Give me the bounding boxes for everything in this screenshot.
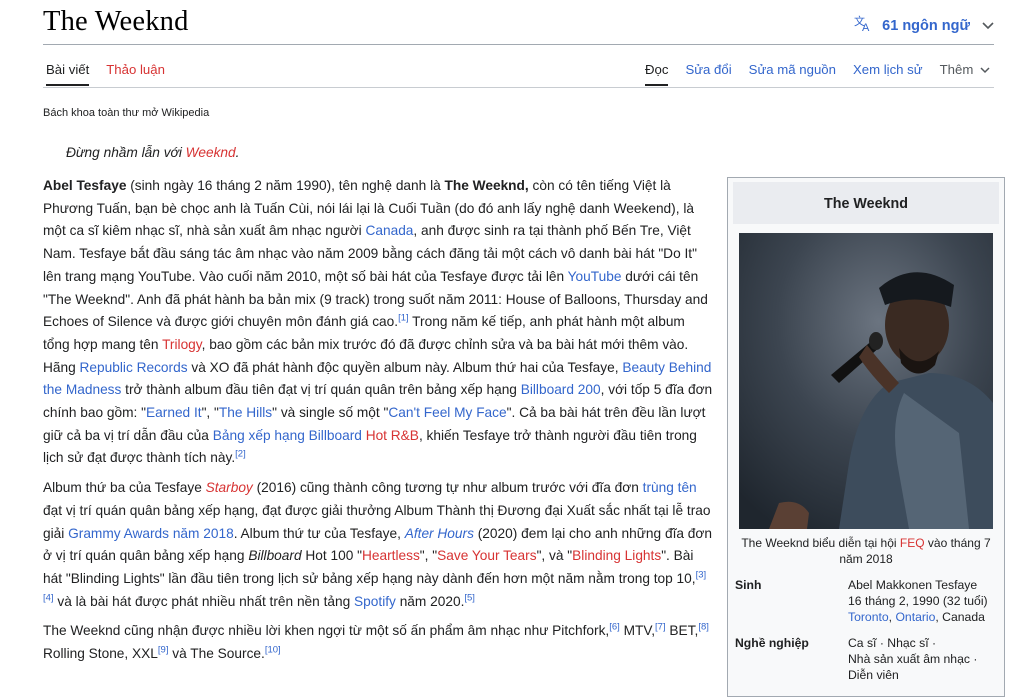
infobox-label: Sinh <box>735 578 762 592</box>
citation-ref[interactable]: [7] <box>655 622 666 633</box>
text-run: " và single số một " <box>272 405 389 421</box>
tab-edit-source[interactable]: Sửa mã nguồn <box>749 62 836 86</box>
tab-more[interactable]: Thêm <box>940 62 990 86</box>
text-run: The Weeknd biểu diễn tại hội <box>741 536 900 550</box>
hatnote-suffix: . <box>235 145 240 160</box>
text-run: ", " <box>419 548 438 564</box>
tabs-divider <box>43 87 994 88</box>
citation-ref[interactable]: [4] <box>43 592 54 603</box>
hatnote-text: Đừng nhầm lẫn với <box>66 145 186 160</box>
citation-ref[interactable]: [2] <box>235 449 246 460</box>
tab-talk[interactable]: Thảo luận <box>106 62 165 86</box>
wiki-link[interactable]: Bảng xếp hạng Billboard <box>213 428 362 443</box>
hatnote: Đừng nhầm lẫn với Weeknd. <box>66 145 239 160</box>
infobox-value: Abel Makkonen Tesfaye 16 tháng 2, 1990 (3… <box>848 577 999 625</box>
text-run: Ca sĩ · Nhạc sĩ · <box>848 636 937 650</box>
article-body: Abel Tesfaye (sinh ngày 16 tháng 2 năm 1… <box>43 175 713 673</box>
chevron-down-icon <box>982 18 994 33</box>
paragraph-intro: Abel Tesfaye (sinh ngày 16 tháng 2 năm 1… <box>43 175 713 470</box>
text-run: Abel Makkonen Tesfaye <box>848 578 978 592</box>
text-run: Hot 100 " <box>301 548 362 564</box>
red-link[interactable]: Hot R&B <box>366 428 419 443</box>
red-link[interactable]: Starboy <box>206 480 253 495</box>
red-link[interactable]: Save Your Tears <box>437 548 536 563</box>
text-run: Diễn viên <box>848 668 899 682</box>
citation-ref[interactable]: [9] <box>158 645 169 656</box>
citation-ref[interactable]: [8] <box>698 622 709 633</box>
citation-ref[interactable]: [3] <box>696 569 707 580</box>
wiki-link[interactable]: trùng tên <box>643 480 697 495</box>
wiki-link[interactable]: Republic Records <box>80 360 188 375</box>
wiki-link[interactable]: Toronto <box>848 610 889 624</box>
bold-text: The Weeknd, <box>444 178 529 193</box>
infobox-caption: The Weeknd biểu diễn tại hội FEQ vào thá… <box>733 535 999 567</box>
text-run: trở thành album đầu tiên đạt vị trí quán… <box>121 382 521 398</box>
wiki-link[interactable]: Canada <box>365 223 413 238</box>
citation-ref[interactable]: [10] <box>265 645 281 656</box>
text-run: ", và " <box>536 548 573 564</box>
wiki-link[interactable]: Ontario <box>895 610 935 624</box>
text-run: Nhà sản xuất âm nhạc · <box>848 652 978 666</box>
wiki-link[interactable]: Earned It <box>146 405 202 420</box>
artist-photo[interactable] <box>739 233 993 529</box>
namespace-tabs: Bài viết Thảo luận <box>46 62 165 86</box>
red-link[interactable]: Trilogy <box>162 337 202 352</box>
text-run: và The Source. <box>168 646 265 662</box>
wiki-link[interactable]: Billboard 200 <box>521 382 601 397</box>
chevron-down-icon <box>980 67 990 74</box>
site-tagline: Bách khoa toàn thư mở Wikipedia <box>43 107 210 119</box>
wiki-link[interactable]: Can't Feel My Face <box>388 405 506 420</box>
tab-more-label: Thêm <box>939 62 974 77</box>
text-run: . Album thứ tư của Tesfaye, <box>233 525 405 541</box>
svg-text:A: A <box>862 22 870 32</box>
translate-icon: 文 A <box>854 14 874 37</box>
red-link[interactable]: FEQ <box>900 536 925 550</box>
text-run: Album thứ ba của Tesfaye <box>43 480 206 496</box>
text-run: năm 2020. <box>395 593 465 609</box>
red-link[interactable]: Blinding Lights <box>572 548 661 563</box>
infobox: The Weeknd The Weeknd biểu diễn tại hội … <box>727 177 1005 697</box>
tab-history[interactable]: Xem lịch sử <box>853 62 923 86</box>
infobox-title: The Weeknd <box>733 182 999 224</box>
wiki-link[interactable]: The Hills <box>219 405 272 420</box>
infobox-row-born: Sinh Abel Makkonen Tesfaye 16 tháng 2, 19… <box>733 577 999 625</box>
view-tabs: Đọc Sửa đổi Sửa mã nguồn Xem lịch sử Thê… <box>644 62 990 86</box>
text-run: Rolling Stone, XXL <box>43 646 158 662</box>
citation-ref[interactable]: [5] <box>464 592 475 603</box>
text-run: (sinh ngày 16 tháng 2 năm 1990), tên ngh… <box>126 178 445 193</box>
text-run: (2016) cũng thành công tương tự như albu… <box>252 480 643 496</box>
paragraph-acclaim: The Weeknd cũng nhận được nhiều lời khen… <box>43 620 713 665</box>
hatnote-link[interactable]: Weeknd <box>186 145 236 160</box>
red-link[interactable]: Heartless <box>362 548 420 563</box>
paragraph-albums: Album thứ ba của Tesfaye Starboy (2016) … <box>43 477 713 613</box>
languages-label: 61 ngôn ngữ <box>882 17 970 34</box>
italic-text: Billboard <box>248 548 302 564</box>
text-run: 16 tháng 2, 1990 (32 tuổi) <box>848 594 988 608</box>
citation-ref[interactable]: [6] <box>609 622 620 633</box>
text-run: MTV, <box>619 623 656 639</box>
wiki-link[interactable]: Grammy Awards năm 2018 <box>68 526 234 541</box>
text-run: ", " <box>201 405 219 421</box>
bold-text: Abel Tesfaye <box>43 178 127 193</box>
tab-edit[interactable]: Sửa đổi <box>685 62 731 86</box>
wiki-link[interactable]: After Hours <box>405 526 474 541</box>
tab-article[interactable]: Bài viết <box>46 62 90 86</box>
citation-ref[interactable]: [1] <box>398 313 409 324</box>
tab-read[interactable]: Đọc <box>644 62 669 86</box>
wiki-link[interactable]: Spotify <box>354 594 396 609</box>
page-title: The Weeknd <box>43 6 189 37</box>
text-run: , Canada <box>935 610 985 624</box>
text-run: và XO đã phát hành độc quyền album này. … <box>187 359 623 375</box>
wiki-link[interactable]: YouTube <box>568 269 622 284</box>
title-divider <box>43 44 994 45</box>
text-run: BET, <box>665 623 699 639</box>
text-run: The Weeknd cũng nhận được nhiều lời khen… <box>43 623 610 639</box>
text-run: và là bài hát được phát nhiều nhất trên … <box>53 593 355 609</box>
languages-button[interactable]: 文 A 61 ngôn ngữ <box>854 14 994 37</box>
